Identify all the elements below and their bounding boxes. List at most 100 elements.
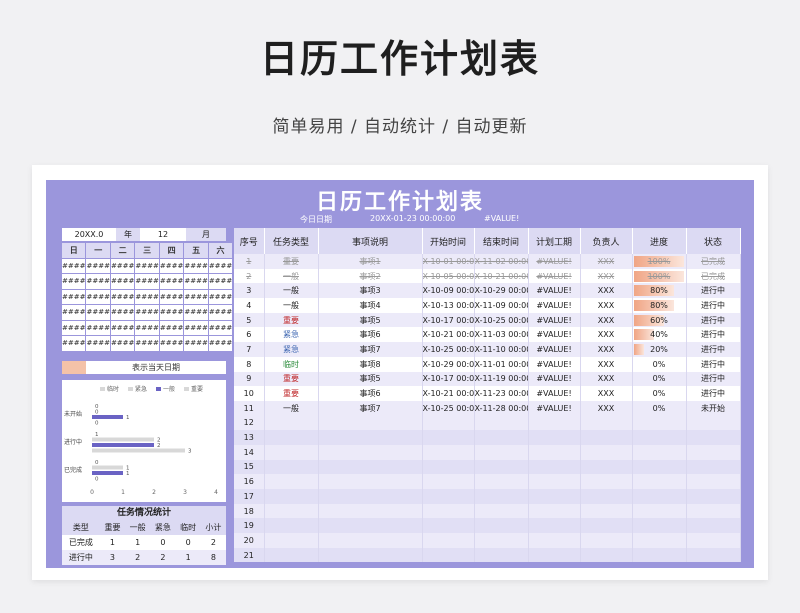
calendar-day-cell[interactable]: #### — [159, 274, 184, 289]
task-type-cell[interactable]: 重要 — [264, 371, 319, 387]
table-row[interactable]: 1 重要 事项1 X-10-01 00:00 X-11-02 00:00 #VALUE! X… — [234, 254, 741, 269]
task-desc-cell[interactable]: 事项7 — [318, 342, 423, 357]
table-row[interactable]: 4 一般 事项4 X-10-13 00:00 X-11-09 00:00 #VALUE! X… — [234, 298, 741, 313]
empty-cell[interactable] — [580, 474, 633, 489]
end-time-cell[interactable]: X-11-09 00:00 — [474, 298, 529, 313]
empty-cell[interactable] — [422, 518, 475, 534]
end-time-cell[interactable]: X-11-10 00:00 — [474, 342, 529, 357]
status-cell[interactable]: 进行中 — [686, 283, 741, 299]
table-row[interactable]: 21 — [234, 547, 741, 563]
task-desc-cell[interactable]: 事项5 — [318, 312, 423, 328]
empty-cell[interactable] — [474, 489, 529, 504]
empty-cell[interactable] — [632, 415, 687, 431]
progress-cell[interactable]: 0% — [632, 371, 687, 387]
calendar-day-cell[interactable]: #### — [110, 274, 135, 289]
empty-cell[interactable] — [528, 459, 581, 475]
calendar-day-cell[interactable]: #### — [184, 274, 208, 289]
empty-cell[interactable] — [474, 459, 529, 475]
start-time-cell[interactable]: X-10-17 00:00 — [422, 312, 475, 328]
empty-cell[interactable] — [580, 444, 633, 460]
empty-cell[interactable] — [580, 415, 633, 431]
empty-cell[interactable] — [580, 503, 633, 519]
start-time-cell[interactable]: X-10-09 00:00 — [422, 283, 475, 299]
empty-cell[interactable] — [318, 547, 423, 563]
owner-cell[interactable]: XXX — [580, 327, 633, 343]
empty-cell[interactable] — [264, 489, 319, 504]
table-row[interactable]: 16 — [234, 474, 741, 489]
status-cell[interactable]: 进行中 — [686, 386, 741, 401]
calendar-day-cell[interactable]: #### — [62, 336, 86, 351]
task-type-cell[interactable]: 重要 — [264, 386, 319, 401]
calendar-day-cell[interactable]: #### — [159, 336, 184, 351]
empty-cell[interactable] — [264, 444, 319, 460]
table-row[interactable]: 7 紧急 事项7 X-10-25 00:00 X-11-10 00:00 #VALUE! X… — [234, 342, 741, 357]
empty-cell[interactable] — [264, 547, 319, 563]
empty-cell[interactable] — [264, 459, 319, 475]
empty-cell[interactable] — [474, 444, 529, 460]
column-header[interactable]: 结束时间 — [474, 228, 529, 254]
empty-cell[interactable] — [422, 533, 475, 548]
task-desc-cell[interactable]: 事项1 — [318, 254, 423, 269]
empty-cell[interactable] — [422, 547, 475, 563]
empty-cell[interactable] — [528, 533, 581, 548]
empty-cell[interactable] — [474, 503, 529, 519]
empty-cell[interactable] — [264, 415, 319, 431]
empty-cell[interactable] — [474, 415, 529, 431]
calendar-day-cell[interactable]: #### — [208, 305, 233, 320]
end-time-cell[interactable]: X-10-21 00:00 — [474, 268, 529, 284]
empty-cell[interactable] — [264, 503, 319, 519]
owner-cell[interactable]: XXX — [580, 254, 633, 269]
empty-cell[interactable] — [686, 533, 741, 548]
empty-cell[interactable] — [580, 489, 633, 504]
column-header[interactable]: 状态 — [686, 228, 741, 254]
status-cell[interactable]: 进行中 — [686, 327, 741, 343]
start-time-cell[interactable]: X-10-29 00:00 — [422, 356, 475, 372]
status-cell[interactable]: 未开始 — [686, 400, 741, 416]
table-row[interactable]: 6 紧急 事项6 X-10-21 00:00 X-11-03 00:00 #VALUE! X… — [234, 327, 741, 343]
empty-cell[interactable] — [528, 415, 581, 431]
owner-cell[interactable]: XXX — [580, 356, 633, 372]
start-time-cell[interactable]: X-10-21 00:00 — [422, 386, 475, 401]
calendar-day-cell[interactable]: #### — [208, 289, 233, 304]
empty-cell[interactable] — [264, 430, 319, 445]
empty-cell[interactable] — [264, 474, 319, 489]
empty-cell[interactable] — [422, 430, 475, 445]
task-desc-cell[interactable]: 事项8 — [318, 356, 423, 372]
owner-cell[interactable]: XXX — [580, 400, 633, 416]
status-cell[interactable]: 已完成 — [686, 254, 741, 269]
empty-cell[interactable] — [422, 444, 475, 460]
calendar-day-cell[interactable]: #### — [208, 320, 233, 335]
start-time-cell[interactable]: X-10-25 00:00 — [422, 400, 475, 416]
task-type-cell[interactable]: 一般 — [264, 283, 319, 299]
owner-cell[interactable]: XXX — [580, 312, 633, 328]
column-header[interactable]: 任务类型 — [264, 228, 319, 254]
empty-cell[interactable] — [318, 533, 423, 548]
start-time-cell[interactable]: X-10-13 00:00 — [422, 298, 475, 313]
today-value[interactable]: 20XX-01-23 00:00:00 — [370, 214, 455, 223]
table-row[interactable]: 9 重要 事项5 X-10-17 00:00 X-11-19 00:00 #VALUE! X… — [234, 371, 741, 387]
empty-cell[interactable] — [264, 533, 319, 548]
empty-cell[interactable] — [318, 415, 423, 431]
table-row[interactable]: 11 一般 事项7 X-10-25 00:00 X-11-28 00:00 #VALUE!… — [234, 400, 741, 416]
task-desc-cell[interactable]: 事项5 — [318, 371, 423, 387]
end-time-cell[interactable]: X-11-02 00:00 — [474, 254, 529, 269]
calendar-day-cell[interactable]: #### — [86, 336, 110, 351]
calendar-day-cell[interactable]: #### — [62, 258, 86, 273]
column-header[interactable]: 开始时间 — [422, 228, 475, 254]
empty-cell[interactable] — [686, 474, 741, 489]
column-header[interactable]: 负责人 — [580, 228, 633, 254]
calendar-day-cell[interactable]: #### — [62, 274, 86, 289]
calendar-day-cell[interactable]: #### — [159, 320, 184, 335]
empty-cell[interactable] — [474, 547, 529, 563]
empty-cell[interactable] — [474, 474, 529, 489]
empty-cell[interactable] — [264, 518, 319, 534]
table-row[interactable]: 8 临时 事项8 X-10-29 00:00 X-11-01 00:00 #VALUE! X… — [234, 356, 741, 372]
empty-cell[interactable] — [686, 547, 741, 563]
empty-cell[interactable] — [580, 430, 633, 445]
table-row[interactable]: 19 — [234, 518, 741, 534]
empty-cell[interactable] — [422, 415, 475, 431]
table-row[interactable]: 3 一般 事项3 X-10-09 00:00 X-10-29 00:00 #VALUE! X… — [234, 283, 741, 299]
progress-cell[interactable]: 100% — [632, 268, 687, 284]
calendar-day-cell[interactable]: #### — [86, 305, 110, 320]
owner-cell[interactable]: XXX — [580, 371, 633, 387]
